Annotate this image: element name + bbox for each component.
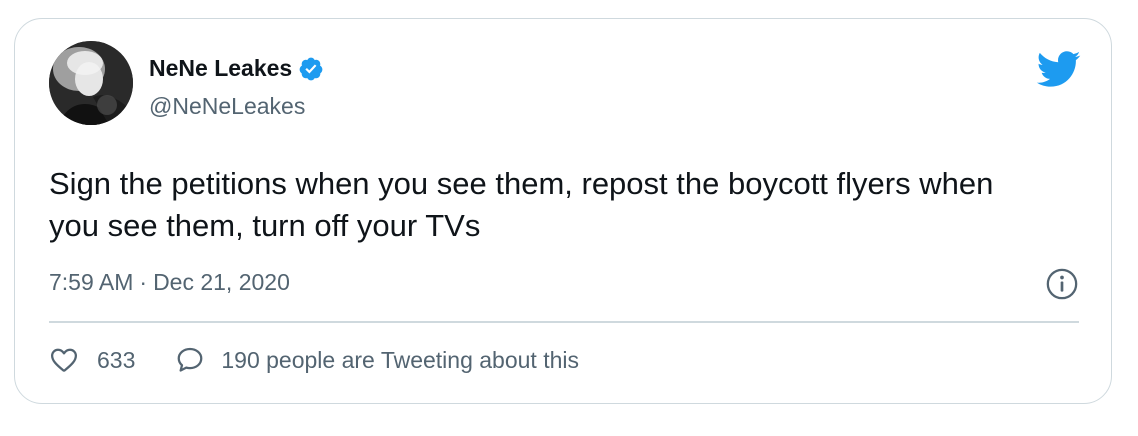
speech-bubble-icon: [178, 347, 203, 372]
avatar-image: [49, 41, 133, 125]
tweeting-about-text[interactable]: 190 people are Tweeting about this: [221, 347, 579, 374]
twitter-bird-icon[interactable]: [1035, 49, 1081, 89]
author-handle[interactable]: @NeNeLeakes: [149, 93, 305, 120]
divider: [49, 321, 1079, 323]
tweet-text: Sign the petitions when you see them, re…: [49, 166, 994, 243]
tweet-time[interactable]: 7:59 AM: [49, 269, 133, 296]
info-icon[interactable]: [1045, 267, 1079, 301]
conversation-link[interactable]: 190 people are Tweeting about this: [175, 345, 579, 375]
tweet-card[interactable]: NeNe Leakes @NeNeLeakes Sign the petitio…: [14, 18, 1112, 404]
like-button[interactable]: 633: [49, 345, 135, 375]
tweet-timestamp[interactable]: 7:59 AM · Dec 21, 2020: [49, 269, 290, 296]
like-count: 633: [97, 346, 136, 373]
tweet-actions: 633 190 people are Tweeting about this: [49, 345, 579, 375]
avatar[interactable]: [49, 41, 133, 125]
verified-badge-icon: [299, 57, 323, 80]
author-name[interactable]: NeNe Leakes: [149, 55, 292, 82]
meta-separator: ·: [139, 269, 148, 295]
heart-icon: [51, 348, 77, 372]
tweet-date[interactable]: Dec 21, 2020: [153, 269, 290, 296]
